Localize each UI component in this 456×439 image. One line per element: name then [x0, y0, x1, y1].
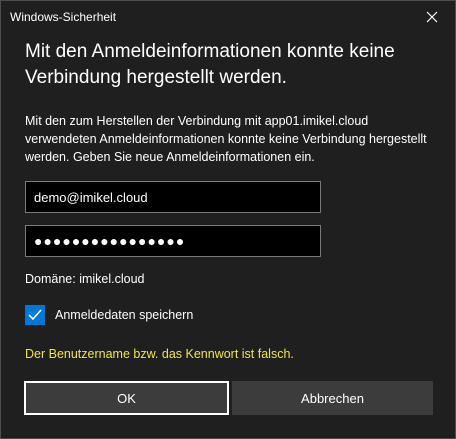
password-input[interactable]: [25, 225, 321, 257]
domain-label: Domäne: imikel.cloud: [25, 272, 145, 286]
cancel-button[interactable]: Abbrechen: [232, 381, 433, 415]
ok-button[interactable]: OK: [24, 381, 229, 415]
close-button[interactable]: [417, 4, 447, 30]
credential-dialog: Windows-Sicherheit Mit den Anmeldeinform…: [0, 0, 456, 439]
remember-credentials-checkbox[interactable]: Anmeldedaten speichern: [25, 305, 193, 325]
checkmark-icon: [28, 309, 42, 321]
dialog-heading: Mit den Anmeldeinformationen konnte kein…: [25, 41, 395, 88]
error-message: Der Benutzername bzw. das Kennwort ist f…: [25, 347, 294, 361]
checkbox-box[interactable]: [25, 305, 45, 325]
dialog-description: Mit den zum Herstellen der Verbindung mi…: [25, 114, 427, 164]
remember-label: Anmeldedaten speichern: [55, 308, 194, 322]
window-title: Windows-Sicherheit: [10, 10, 117, 24]
username-input[interactable]: [25, 181, 321, 213]
close-icon: [426, 11, 438, 23]
